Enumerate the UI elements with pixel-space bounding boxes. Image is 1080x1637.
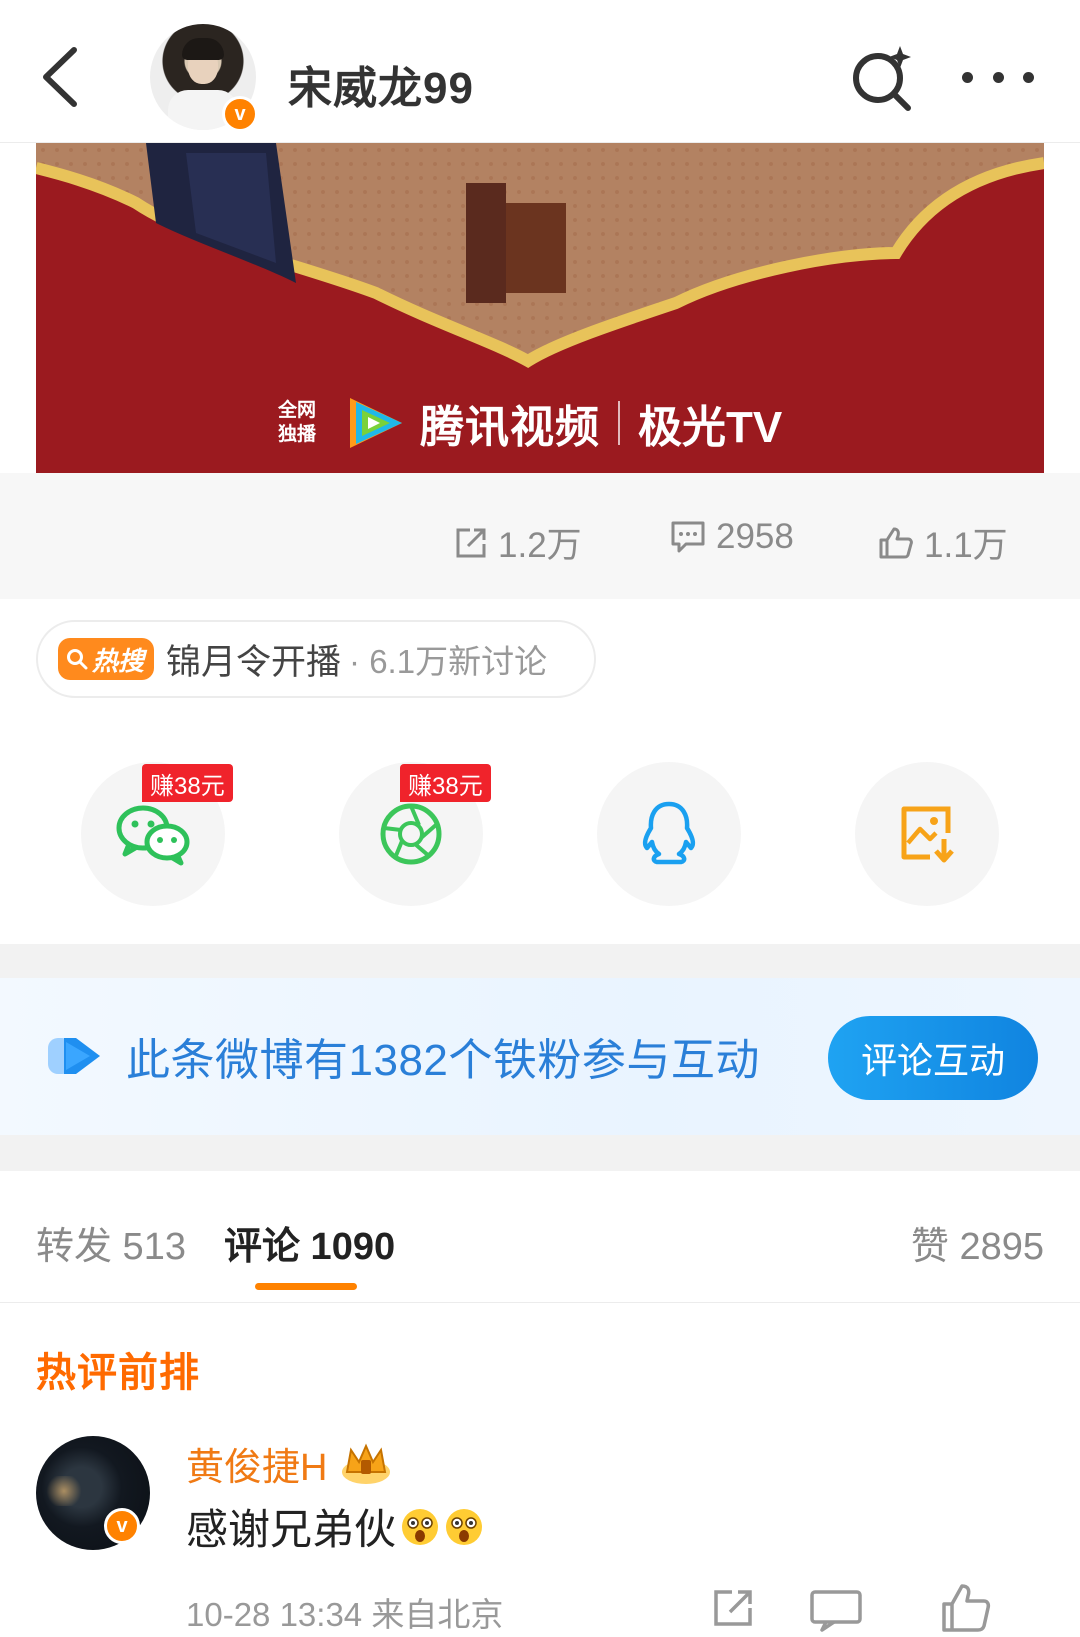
- thumbs-up-icon: [879, 527, 913, 558]
- repost-count-button[interactable]: 1.2万: [454, 517, 582, 568]
- exclusive-tag: 全网 独播: [277, 400, 316, 445]
- comment-reply-icon[interactable]: [808, 1586, 864, 1632]
- comment-icon: [671, 521, 705, 553]
- like-count: 1.1万: [924, 526, 1008, 565]
- moments-icon: [380, 803, 442, 865]
- tab-comments[interactable]: 评论 1090: [224, 1215, 395, 1270]
- comment-like-icon[interactable]: [940, 1582, 992, 1634]
- save-image-icon: [901, 806, 954, 863]
- crown-badge-icon: [342, 1443, 391, 1484]
- wechat-icon: [116, 805, 190, 866]
- section-divider: [0, 1135, 1080, 1171]
- feedback-tabs: 转发 513 评论 1090 赞 2895: [0, 1171, 1080, 1303]
- banner-logo-row: 全网 独播 腾讯视频 极光TV: [272, 383, 782, 463]
- surprised-emoji-icon: [446, 1508, 483, 1545]
- banner-separator: [618, 401, 620, 445]
- tab-likes[interactable]: 赞 2895: [911, 1215, 1044, 1270]
- comment-header: 黄俊捷H: [186, 1436, 393, 1491]
- active-tab-indicator: [255, 1283, 357, 1290]
- commenter-name[interactable]: 黄俊捷H: [186, 1436, 327, 1491]
- save-image-button[interactable]: [855, 762, 999, 906]
- more-options-icon[interactable]: [962, 62, 1034, 92]
- search-icon: [67, 649, 88, 670]
- qq-icon: [642, 801, 696, 865]
- comment-body: 感谢兄弟伙: [186, 1496, 484, 1557]
- share-qq-button[interactable]: [597, 762, 741, 906]
- comment-count: 2958: [716, 517, 794, 556]
- comment-repost-icon[interactable]: [712, 1588, 756, 1628]
- sparkle-search-icon[interactable]: [850, 42, 916, 112]
- repost-icon: [456, 528, 486, 557]
- hot-search-meta: · 6.1万新讨论: [349, 643, 548, 680]
- verified-badge-icon: v: [104, 1508, 140, 1544]
- hot-search-topic: 锦月令开播: [166, 642, 342, 682]
- comment-text: 感谢兄弟伙: [186, 1506, 397, 1553]
- fan-interaction-text: 此条微博有1382个铁粉参与互动: [126, 1036, 760, 1085]
- tab-reposts[interactable]: 转发 513: [36, 1215, 186, 1270]
- verified-badge-icon: v: [222, 96, 258, 132]
- repost-count: 1.2万: [498, 526, 582, 565]
- jiguang-tv-brand: 极光TV: [638, 403, 783, 452]
- like-count-button[interactable]: 1.1万: [878, 517, 1008, 568]
- post-image-banner[interactable]: 全网 独播 腾讯视频 极光TV: [36, 143, 1044, 473]
- earn-reward-badge: 赚38元: [142, 764, 233, 802]
- comment-meta: 10-28 13:34 来自北京: [186, 1596, 504, 1633]
- fan-badge-icon: [48, 1038, 100, 1074]
- tencent-video-brand: 腾讯视频: [420, 403, 600, 452]
- back-arrow-icon[interactable]: [36, 42, 96, 112]
- header-username[interactable]: 宋威龙99: [288, 52, 474, 116]
- hot-search-chip[interactable]: 热搜 锦月令开播 · 6.1万新讨论: [36, 620, 596, 698]
- hot-search-badge: 热搜: [58, 638, 155, 680]
- post-action-bar: 1.2万 2958 1.1万: [0, 473, 1080, 599]
- hot-comments-title: 热评前排: [36, 1351, 200, 1395]
- section-divider: [0, 944, 1080, 978]
- fan-interaction-banner: 此条微博有1382个铁粉参与互动 评论互动: [0, 978, 1080, 1135]
- surprised-emoji-icon: [402, 1508, 439, 1545]
- tencent-video-logo-icon: [350, 398, 402, 448]
- comment-interaction-button[interactable]: 评论互动: [828, 1016, 1038, 1100]
- earn-reward-badge: 赚38元: [400, 764, 491, 802]
- comment-count-button[interactable]: 2958: [670, 517, 794, 557]
- top-bar: v 宋威龙99: [0, 0, 1080, 143]
